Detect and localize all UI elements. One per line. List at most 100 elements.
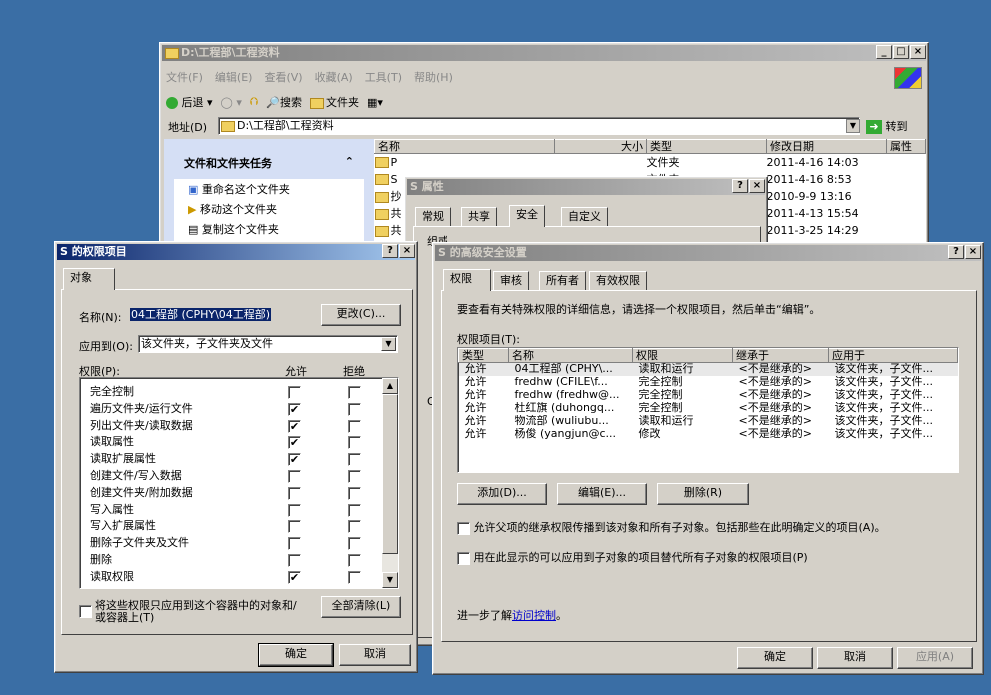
allow-checkbox[interactable]: ✔: [288, 453, 301, 467]
deny-checkbox[interactable]: [348, 503, 361, 517]
close-button[interactable]: ×: [399, 244, 415, 258]
forward-button[interactable]: ◯ ▾: [221, 96, 242, 109]
close-button[interactable]: ×: [965, 245, 981, 259]
menu-tools[interactable]: 工具(T): [365, 69, 402, 87]
permission-entry-row[interactable]: 允许 物流部 (wuliubu... 读取和运行 <不是继承的> 该文件夹，子文件...: [459, 415, 958, 428]
permission-entry-row[interactable]: 允许 杜红旗 (duhongq... 完全控制 <不是继承的> 该文件夹，子文件...: [459, 402, 958, 415]
deny-checkbox[interactable]: [348, 453, 361, 467]
back-button[interactable]: 后退 ▾: [166, 94, 213, 110]
scroll-up-arrow[interactable]: ▲: [382, 378, 398, 394]
col-inherited-from[interactable]: 继承于: [732, 348, 829, 363]
deny-checkbox[interactable]: [348, 537, 361, 551]
col-type[interactable]: 类型: [458, 348, 509, 363]
menu-file[interactable]: 文件(F): [166, 69, 203, 87]
views-button[interactable]: ▦▾: [367, 96, 383, 109]
search-button[interactable]: 🔎搜索: [266, 94, 302, 110]
allow-checkbox[interactable]: [288, 537, 301, 551]
properties-titlebar[interactable]: S 属性: [407, 179, 765, 195]
permission-entry-row[interactable]: 允许 04工程部 (CPHY\... 读取和运行 <不是继承的> 该文件夹，子文件...: [458, 362, 958, 376]
deny-checkbox[interactable]: [348, 553, 361, 567]
inherit-checkbox[interactable]: [457, 521, 470, 535]
apply-button[interactable]: 应用(A): [897, 647, 973, 669]
up-folder-icon[interactable]: ⮉: [250, 95, 258, 109]
tab-permissions[interactable]: 权限: [443, 269, 491, 291]
allow-checkbox[interactable]: [288, 486, 301, 500]
access-control-link[interactable]: 访问控制: [512, 609, 556, 622]
address-field[interactable]: D:\工程部\工程资料: [218, 117, 860, 135]
tab-object[interactable]: 对象: [63, 268, 115, 290]
ok-button[interactable]: 确定: [737, 647, 813, 669]
clear-all-button[interactable]: 全部清除(L): [321, 596, 401, 618]
advanced-security-titlebar[interactable]: S 的高级安全设置: [435, 245, 981, 261]
allow-checkbox[interactable]: ✔: [288, 570, 301, 584]
close-button[interactable]: ×: [749, 179, 765, 193]
edit-button[interactable]: 编辑(E)...: [557, 483, 647, 505]
col-apply-to[interactable]: 应用于: [828, 348, 958, 363]
address-dropdown-button[interactable]: ▼: [846, 119, 860, 133]
tab-auditing[interactable]: 审核: [493, 271, 529, 291]
replace-permissions-option[interactable]: 用在此显示的可以应用到子对象的项目替代所有子对象的权限项目(P): [457, 549, 808, 565]
minimize-button[interactable]: _: [876, 45, 892, 59]
allow-checkbox[interactable]: ✔: [288, 436, 301, 450]
deny-checkbox[interactable]: [348, 419, 361, 433]
permission-entry-row[interactable]: 允许 杨俊 (yangjun@c... 修改 <不是继承的> 该文件夹，子文件...: [459, 428, 958, 441]
deny-checkbox[interactable]: [348, 486, 361, 500]
permission-entry-row[interactable]: 允许 fredhw (CFILE\f... 完全控制 <不是继承的> 该文件夹，子文件.…: [459, 376, 958, 389]
menu-favorites[interactable]: 收藏(A): [315, 69, 353, 87]
change-button[interactable]: 更改(C)...: [321, 304, 401, 326]
col-name[interactable]: 名称: [508, 348, 633, 363]
allow-checkbox[interactable]: [288, 520, 301, 534]
col-permission[interactable]: 权限: [632, 348, 733, 363]
collapse-chevron-icon[interactable]: ⌃: [345, 155, 354, 171]
cancel-button[interactable]: 取消: [339, 644, 411, 666]
remove-button[interactable]: 删除(R): [657, 483, 749, 505]
inherit-permissions-option[interactable]: 允许父项的继承权限传播到该对象和所有子对象。包括那些在此明确定义的项目(A)。: [457, 519, 886, 535]
cancel-button[interactable]: 取消: [817, 647, 893, 669]
scroll-down-arrow[interactable]: ▼: [382, 572, 398, 588]
tab-security[interactable]: 安全: [509, 205, 545, 227]
scroll-thumb[interactable]: [382, 394, 398, 554]
go-button[interactable]: ➜ 转到: [866, 118, 908, 134]
help-button[interactable]: ?: [732, 179, 748, 193]
tab-owner[interactable]: 所有者: [539, 271, 586, 291]
permissions-scrollbar[interactable]: ▲ ▼: [382, 378, 398, 588]
deny-checkbox[interactable]: [348, 570, 361, 584]
apply-to-dropdown-button[interactable]: ▼: [381, 337, 396, 351]
deny-checkbox[interactable]: [348, 436, 361, 450]
tab-general[interactable]: 常规: [415, 207, 451, 227]
explorer-titlebar[interactable]: D:\工程部\工程资料: [162, 45, 926, 61]
close-button[interactable]: ×: [910, 45, 926, 59]
folders-button[interactable]: 文件夹: [309, 94, 359, 110]
col-type[interactable]: 类型: [646, 139, 767, 154]
deny-checkbox[interactable]: [348, 402, 361, 416]
maximize-button[interactable]: □: [893, 45, 909, 59]
tab-effective-permissions[interactable]: 有效权限: [589, 271, 647, 291]
only-this-checkbox-box[interactable]: [79, 604, 92, 618]
file-row[interactable]: P 文件夹 2011-4-16 14:03: [374, 154, 926, 171]
task-box-title[interactable]: 文件和文件夹任务 ⌃: [174, 147, 364, 179]
col-size[interactable]: 大小: [554, 139, 647, 154]
allow-checkbox[interactable]: [288, 386, 301, 399]
apply-to-select[interactable]: 该文件夹，子文件夹及文件: [138, 335, 398, 353]
allow-checkbox[interactable]: [288, 469, 301, 483]
name-field[interactable]: 04工程部 (CPHY\04工程部): [128, 307, 348, 323]
menu-help[interactable]: 帮助(H): [414, 69, 453, 87]
add-button[interactable]: 添加(D)...: [457, 483, 547, 505]
deny-checkbox[interactable]: [348, 469, 361, 483]
deny-checkbox[interactable]: [348, 386, 361, 399]
allow-checkbox[interactable]: ✔: [288, 402, 301, 416]
tab-sharing[interactable]: 共享: [461, 207, 497, 227]
ok-button[interactable]: 确定: [258, 643, 334, 667]
replace-checkbox[interactable]: [457, 551, 470, 565]
permission-entry-titlebar[interactable]: S 的权限项目: [57, 244, 415, 260]
help-button[interactable]: ?: [948, 245, 964, 259]
col-name[interactable]: 名称: [374, 139, 555, 154]
deny-checkbox[interactable]: [348, 520, 361, 534]
tab-custom[interactable]: 自定义: [561, 207, 608, 227]
allow-checkbox[interactable]: [288, 503, 301, 517]
help-button[interactable]: ?: [382, 244, 398, 258]
only-this-container-checkbox[interactable]: [79, 604, 92, 618]
permission-entry-row[interactable]: 允许 fredhw (fredhw@... 完全控制 <不是继承的> 该文件夹，子文件.…: [459, 389, 958, 402]
task-copy[interactable]: ▤ 复制这个文件夹: [174, 219, 364, 239]
task-move[interactable]: ▶ 移动这个文件夹: [174, 199, 364, 219]
